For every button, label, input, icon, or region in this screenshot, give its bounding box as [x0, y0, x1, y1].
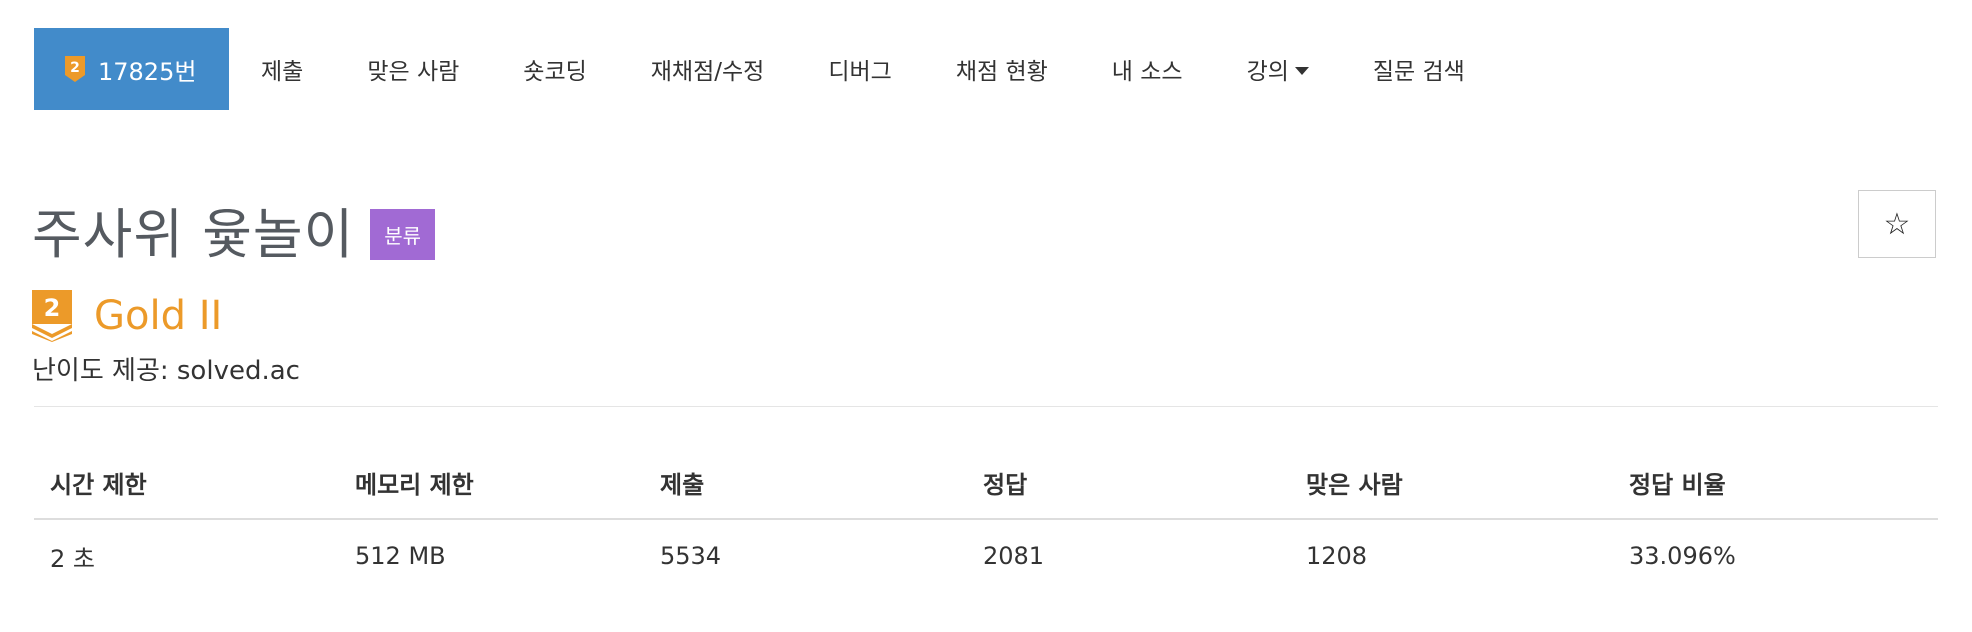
accept-ratio-value: 33.096%	[1629, 542, 1736, 570]
gold-tier-icon: 2	[65, 56, 85, 82]
problem-title-row: 주사위 윷놀이 분류	[32, 190, 436, 269]
nav-short-coding[interactable]: 숏코딩	[491, 28, 618, 110]
favorite-star-button[interactable]: ☆	[1858, 190, 1936, 258]
tier-label[interactable]: Gold II	[94, 293, 222, 339]
problem-title: 주사위 윷놀이	[32, 203, 355, 266]
nav-lecture-label: 강의	[1246, 59, 1289, 85]
table-row: 2 초 512 MB 5534 2081 1208 33.096%	[34, 520, 1938, 592]
category-tag-button[interactable]: 분류	[370, 209, 436, 260]
nav-lecture-dropdown[interactable]: 강의	[1215, 28, 1341, 110]
header-accepted-users: 맞은 사람	[1306, 470, 1403, 499]
star-icon: ☆	[1883, 206, 1911, 242]
accepted-value: 2081	[983, 542, 1045, 570]
nav-status[interactable]: 채점 현황	[924, 28, 1080, 110]
problem-info-table: 시간 제한 메모리 제한 제출 정답 맞은 사람 정답 비율 2 초 512 M…	[34, 446, 1938, 592]
header-accepted: 정답	[983, 470, 1028, 499]
header-submissions: 제출	[660, 470, 705, 499]
header-time-limit: 시간 제한	[50, 470, 147, 499]
accepted-users-value: 1208	[1306, 542, 1368, 570]
submissions-value: 5534	[660, 542, 722, 570]
svg-text:2: 2	[44, 294, 61, 322]
table-header-row: 시간 제한 메모리 제한 제출 정답 맞은 사람 정답 비율	[34, 446, 1938, 520]
header-memory-limit: 메모리 제한	[355, 470, 474, 499]
svg-text:2: 2	[70, 60, 80, 76]
difficulty-provider: 난이도 제공: solved.ac	[32, 356, 300, 386]
nav-my-source[interactable]: 내 소스	[1080, 28, 1215, 110]
nav-accepted-users[interactable]: 맞은 사람	[335, 28, 491, 110]
nav-problem-number[interactable]: 2 17825번	[34, 28, 229, 110]
memory-limit-value: 512 MB	[355, 542, 446, 570]
tier-row: 2 Gold II	[32, 290, 222, 342]
gold-tier-badge-icon: 2	[32, 290, 72, 342]
problem-nav: 2 17825번 제출 맞은 사람 숏코딩 재채점/수정 디버그 채점 현황 내…	[34, 28, 1497, 110]
nav-rejudge[interactable]: 재채점/수정	[619, 28, 797, 110]
nav-debug[interactable]: 디버그	[796, 28, 923, 110]
time-limit-value: 2 초	[50, 544, 95, 573]
caret-down-icon	[1294, 67, 1309, 75]
divider	[34, 406, 1938, 407]
nav-problem-number-label: 17825번	[98, 57, 197, 86]
nav-question-search[interactable]: 질문 검색	[1341, 28, 1497, 110]
header-accept-ratio: 정답 비율	[1629, 470, 1726, 499]
nav-submit[interactable]: 제출	[229, 28, 335, 110]
